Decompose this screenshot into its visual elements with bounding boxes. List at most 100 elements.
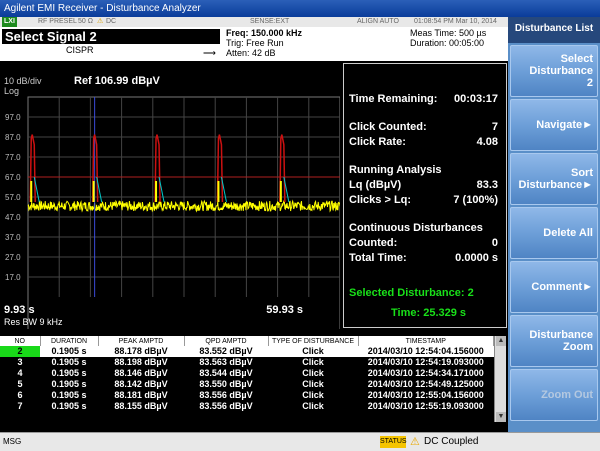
- cell-no: 5: [17, 379, 23, 389]
- sense-status: SENSE:EXT: [250, 18, 290, 25]
- bottom-status-bar: MSG STATUS ⚠ DC Coupled: [0, 432, 600, 451]
- coupling-status: DC: [106, 18, 117, 25]
- scroll-down-icon[interactable]: ▼: [496, 412, 506, 422]
- col-qpd[interactable]: QPD AMPTD: [184, 336, 269, 346]
- cell-peak: 88.198 dBµV: [114, 357, 168, 367]
- softkey-menu-title: Disturbance List: [508, 17, 600, 43]
- lxi-badge: LXI: [2, 17, 17, 27]
- input-arrow-icon: ⟶: [203, 48, 216, 58]
- cell-duration: 0.1905 s: [51, 379, 87, 389]
- meas-time-readout: Meas Time: 500 µs: [410, 28, 487, 38]
- table-scrollbar[interactable]: ▲ ▼: [494, 336, 506, 422]
- warning-icon: ⚠: [410, 436, 420, 448]
- cell-peak: 88.155 dBµV: [114, 401, 168, 411]
- cell-peak: 88.181 dBµV: [114, 390, 168, 400]
- disturbance-zoom-button[interactable]: Disturbance Zoom: [510, 315, 598, 367]
- delete-all-label: Delete All: [543, 227, 593, 239]
- comment-button[interactable]: Comment►: [510, 261, 598, 313]
- counted-label: Counted:: [349, 237, 398, 249]
- clicks-lq-value: 7 (100%): [453, 194, 498, 206]
- delete-all-button[interactable]: Delete All: [510, 207, 598, 259]
- lq-label: Lq (dBµV): [349, 179, 402, 191]
- y-tick-label: 47.0: [5, 213, 21, 222]
- total-time-label: Total Time:: [349, 252, 407, 264]
- stop-time: 59.93 s: [266, 304, 303, 316]
- cell-timestamp: 2014/03/10 12:54:04.156000: [358, 346, 494, 357]
- scroll-up-icon[interactable]: ▲: [496, 336, 506, 346]
- col-no[interactable]: NO: [0, 336, 41, 346]
- cell-type: Click: [302, 368, 324, 378]
- cell-type: Click: [268, 346, 358, 357]
- submenu-arrow-icon: ►: [582, 179, 593, 191]
- softkey-panel: Disturbance List Select Disturbance 2 Na…: [508, 17, 600, 432]
- click-counted-label: Click Counted:: [349, 121, 427, 133]
- cell-type: Click: [302, 357, 324, 367]
- msg-label: MSG: [3, 437, 22, 446]
- cell-type: Click: [302, 379, 324, 389]
- cell-peak: 88.146 dBµV: [114, 368, 168, 378]
- table-row[interactable]: 6 0.1905 s 88.181 dBµV 83.556 dBµV Click 2014…: [0, 390, 494, 401]
- cell-qpd: 83.556 dBµV: [199, 401, 253, 411]
- page-title: Select Signal 2: [2, 29, 220, 44]
- col-timestamp[interactable]: TIMESTAMP: [358, 336, 494, 346]
- sort-disturbance-button[interactable]: Sort Disturbance►: [510, 153, 598, 205]
- status-button[interactable]: STATUS: [380, 436, 407, 448]
- cell-timestamp: 2014/03/10 12:54:34.171000: [367, 368, 484, 378]
- ref-level: Ref 106.99 dBµV: [74, 75, 160, 87]
- zoom-out-button[interactable]: Zoom Out: [510, 369, 598, 421]
- counted-value: 0: [491, 237, 498, 249]
- trig-readout: Trig: Free Run: [226, 38, 284, 48]
- cell-no: 7: [17, 401, 23, 411]
- time-remaining-label: Time Remaining:: [349, 93, 438, 105]
- cell-no: 6: [17, 390, 23, 400]
- dc-coupled-status: DC Coupled: [424, 436, 479, 447]
- cell-duration: 0.1905 s: [51, 390, 87, 400]
- plot-area[interactable]: 10 dB/div Log Ref 106.99 dBµV 97.0 87.0 77…: [0, 61, 340, 329]
- sort-label-line1: Sort: [571, 167, 593, 179]
- cell-type: Click: [302, 390, 324, 400]
- table-row[interactable]: 7 0.1905 s 88.155 dBµV 83.556 dBµV Click 2014…: [0, 401, 494, 412]
- cell-type: Click: [302, 401, 324, 411]
- navigate-button[interactable]: Navigate►: [510, 99, 598, 151]
- results-panel: Time Remaining: 00:03:17 Click Counted: 7 …: [343, 63, 507, 328]
- datetime: 01:08:54 PM Mar 10, 2014: [414, 18, 497, 25]
- start-time: 9.93 s: [4, 304, 35, 316]
- select-disturbance-button[interactable]: Select Disturbance 2: [510, 45, 598, 97]
- click-rate-value: 4.08: [476, 136, 498, 148]
- table-row[interactable]: 2 0.1905 s 88.178 dBµV 83.552 dBµV Click 2014…: [0, 346, 494, 357]
- y-tick-label: 77.0: [5, 153, 21, 162]
- cell-qpd: 83.544 dBµV: [199, 368, 253, 378]
- zoom-label-line1: Disturbance: [529, 329, 593, 341]
- impedance-status: 50 Ω: [78, 18, 93, 25]
- y-tick-label: 27.0: [5, 253, 21, 262]
- cell-peak: 88.178 dBµV: [98, 346, 184, 357]
- trace-chart[interactable]: 10 dB/div Log Ref 106.99 dBµV 97.0 87.0 77…: [0, 61, 340, 329]
- clicks-lq-label: Clicks > Lq:: [349, 194, 412, 206]
- cell-timestamp: 2014/03/10 12:54:19.093000: [367, 357, 484, 367]
- freq-readout: Freq: 150.000 kHz: [226, 28, 303, 38]
- select-label-line3: 2: [586, 77, 593, 89]
- table-row[interactable]: 5 0.1905 s 88.142 dBµV 83.550 dBµV Click 2014…: [0, 379, 494, 390]
- cell-no: 3: [17, 357, 23, 367]
- disturbance-table[interactable]: NO DURATION PEAK AMPTD QPD AMPTD TYPE OF…: [0, 336, 506, 422]
- y-tick-label: 87.0: [5, 133, 21, 142]
- y-tick-label: 67.0: [5, 173, 21, 182]
- duration-readout: Duration: 00:05:00: [410, 38, 485, 48]
- rf-presel-status: RF PRESEL: [38, 18, 77, 25]
- col-peak[interactable]: PEAK AMPTD: [98, 336, 185, 346]
- cell-peak: 88.142 dBµV: [114, 379, 168, 389]
- cell-qpd: 83.552 dBµV: [184, 346, 268, 357]
- align-status: ALIGN AUTO: [357, 18, 399, 25]
- col-type[interactable]: TYPE OF DISTURBANCE: [268, 336, 359, 346]
- click-counted-value: 7: [491, 121, 498, 133]
- col-duration[interactable]: DURATION: [40, 336, 99, 346]
- sort-label-line2: Disturbance: [518, 179, 583, 191]
- table-row[interactable]: 4 0.1905 s 88.146 dBµV 83.544 dBµV Click 2014…: [0, 368, 494, 379]
- warning-icon: ⚠: [97, 18, 104, 25]
- navigate-label: Navigate: [536, 119, 583, 131]
- selected-time-value: 25.329 s: [423, 307, 467, 319]
- table-row[interactable]: 3 0.1905 s 88.198 dBµV 83.563 dBµV Click 2014…: [0, 357, 494, 368]
- cell-timestamp: 2014/03/10 12:54:49.125000: [367, 379, 484, 389]
- select-label-line2: Disturbance: [529, 65, 593, 77]
- click-rate-label: Click Rate:: [349, 136, 406, 148]
